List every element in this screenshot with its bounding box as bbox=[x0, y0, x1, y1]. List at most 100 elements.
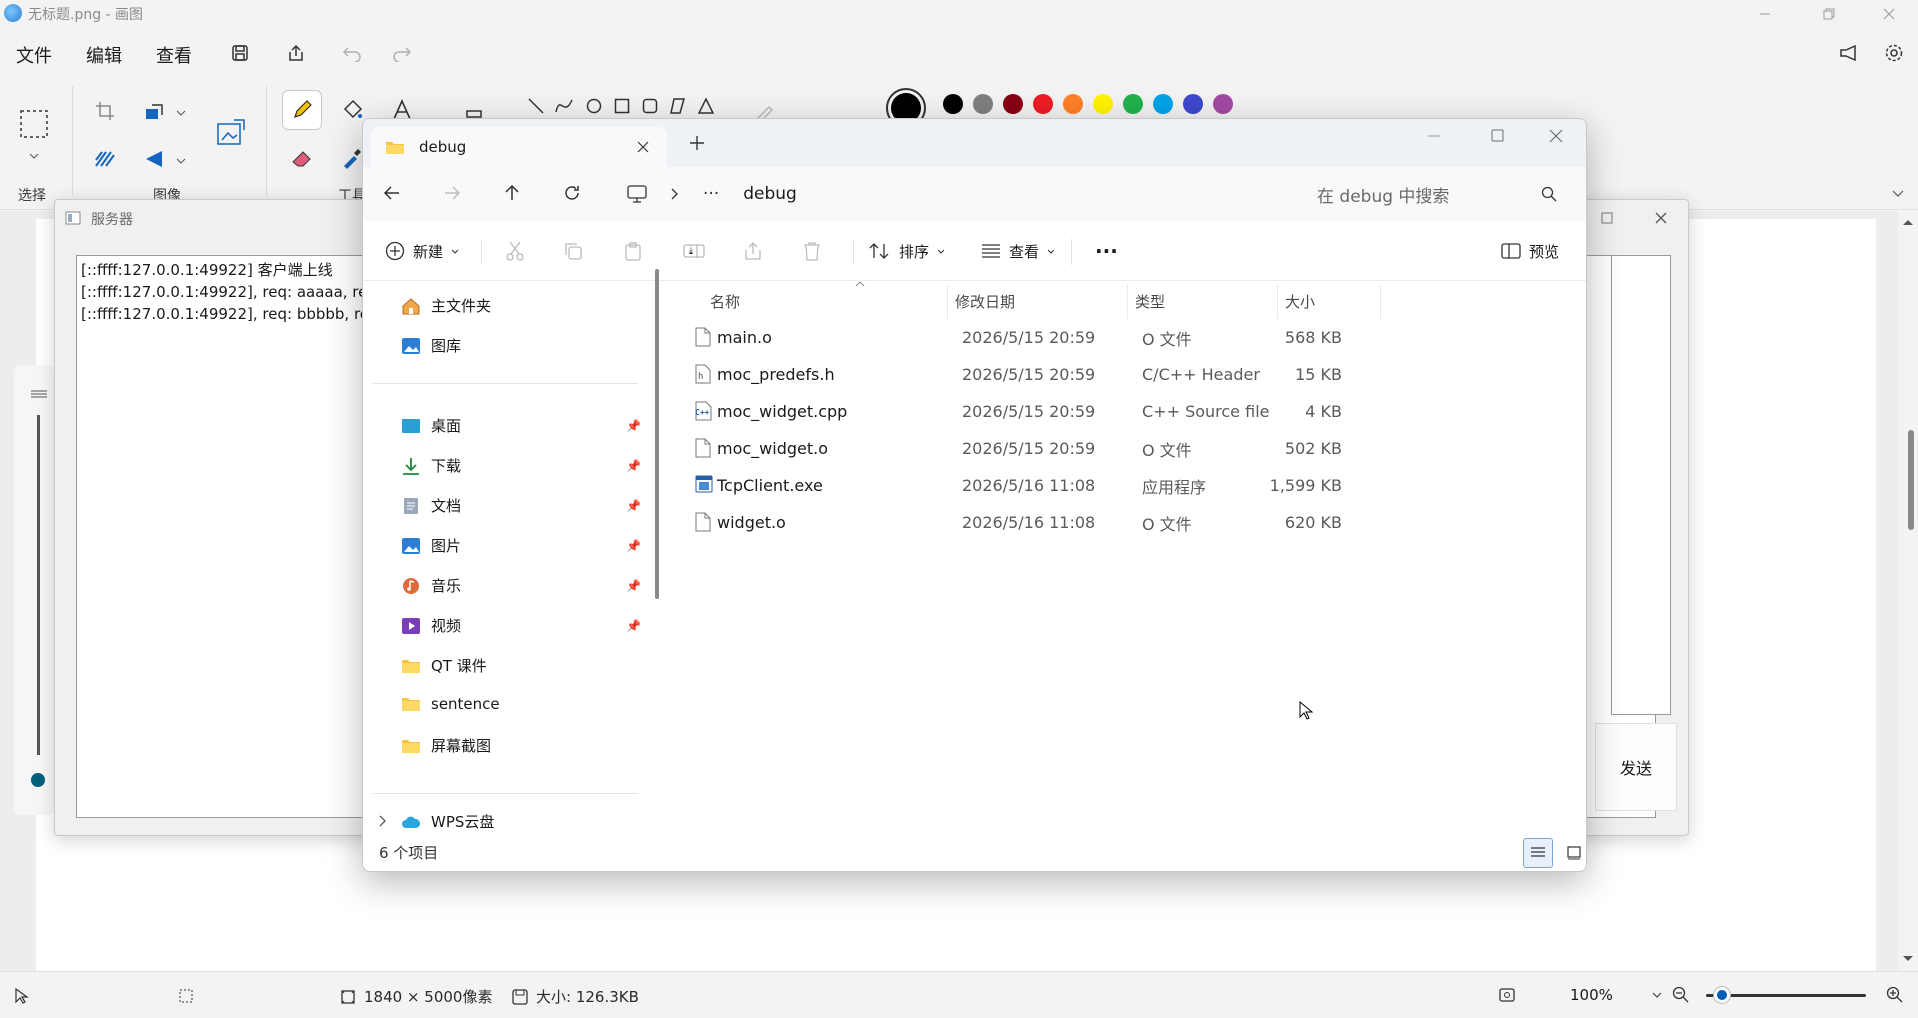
file-row[interactable]: main.o 2026/5/15 20:59 O 文件 568 KB bbox=[689, 319, 1449, 356]
file-row[interactable]: h moc_predefs.h 2026/5/15 20:59 C/C++ He… bbox=[689, 356, 1449, 393]
copy-button[interactable] bbox=[563, 221, 583, 281]
close-button[interactable] bbox=[1649, 206, 1673, 230]
chevron-right-icon[interactable] bbox=[379, 815, 389, 827]
selection-icon[interactable] bbox=[16, 106, 52, 142]
undo-icon[interactable] bbox=[340, 41, 364, 65]
column-divider[interactable] bbox=[947, 285, 948, 319]
column-header-name[interactable]: 名称 bbox=[710, 291, 740, 312]
color-swatch[interactable] bbox=[973, 94, 993, 114]
column-divider[interactable] bbox=[1277, 285, 1278, 319]
nav-item-sentence-folder[interactable]: sentence bbox=[401, 695, 641, 713]
nav-item-desktop[interactable]: 桌面 📌 bbox=[401, 415, 641, 436]
paste-button[interactable] bbox=[623, 221, 643, 281]
file-row[interactable]: TcpClient.exe 2026/5/16 11:08 应用程序 1,599… bbox=[689, 467, 1449, 504]
column-divider[interactable] bbox=[1380, 285, 1381, 319]
send-button[interactable]: 发送 bbox=[1595, 723, 1677, 811]
file-row[interactable]: moc_widget.o 2026/5/15 20:59 O 文件 502 KB bbox=[689, 430, 1449, 467]
scroll-down-arrow-icon[interactable] bbox=[1902, 955, 1914, 965]
close-icon[interactable] bbox=[637, 141, 649, 153]
address-bar[interactable]: ··· debug bbox=[615, 174, 1293, 214]
minimize-button[interactable] bbox=[1742, 0, 1788, 28]
resize-icon[interactable] bbox=[142, 98, 168, 124]
flip-icon[interactable] bbox=[142, 146, 168, 172]
menu-file[interactable]: 文件 bbox=[16, 42, 52, 68]
pin-icon[interactable]: 📌 bbox=[626, 619, 641, 633]
curve-shape-icon[interactable] bbox=[554, 96, 574, 116]
server-input-textarea[interactable] bbox=[1611, 255, 1671, 715]
share-button[interactable] bbox=[743, 221, 763, 281]
chevron-down-icon[interactable] bbox=[174, 154, 188, 168]
color-swatch[interactable] bbox=[1183, 94, 1203, 114]
feedback-icon[interactable] bbox=[1836, 41, 1864, 65]
sort-button[interactable]: 排序 bbox=[869, 221, 945, 281]
minimize-button[interactable] bbox=[1427, 129, 1449, 151]
tab-debug[interactable]: debug bbox=[371, 127, 667, 167]
pencil-tool-icon[interactable] bbox=[282, 90, 322, 130]
rounded-rect-shape-icon[interactable] bbox=[640, 96, 660, 116]
pin-icon[interactable]: 📌 bbox=[626, 499, 641, 513]
back-arrow-icon[interactable] bbox=[383, 184, 405, 206]
color-swatch[interactable] bbox=[1033, 94, 1053, 114]
zoom-slider-track[interactable] bbox=[1706, 994, 1866, 997]
view-button[interactable]: 查看 bbox=[981, 221, 1055, 281]
search-box[interactable]: 在 debug 中搜索 bbox=[1305, 174, 1575, 214]
pin-icon[interactable]: 📌 bbox=[626, 579, 641, 593]
nav-item-qt-folder[interactable]: QT 课件 bbox=[401, 655, 641, 676]
fill-bucket-icon[interactable] bbox=[338, 96, 366, 124]
pin-icon[interactable]: 📌 bbox=[626, 459, 641, 473]
zoom-slider-thumb[interactable] bbox=[1714, 987, 1730, 1003]
scrollbar-thumb[interactable] bbox=[1908, 430, 1914, 530]
nav-item-documents[interactable]: 文档 📌 bbox=[401, 495, 641, 516]
close-button[interactable] bbox=[1549, 129, 1571, 151]
nav-item-videos[interactable]: 视频 📌 bbox=[401, 615, 641, 636]
column-header-size[interactable]: 大小 bbox=[1285, 291, 1315, 312]
crop-icon[interactable] bbox=[92, 98, 118, 124]
file-row[interactable]: widget.o 2026/5/16 11:08 O 文件 620 KB bbox=[689, 504, 1449, 541]
vertical-slider-thumb[interactable] bbox=[31, 773, 45, 787]
share-icon[interactable] bbox=[284, 41, 308, 65]
color-swatch[interactable] bbox=[1213, 94, 1233, 114]
color-swatch[interactable] bbox=[1123, 94, 1143, 114]
color-swatch[interactable] bbox=[1063, 94, 1083, 114]
polygon-shape-icon[interactable] bbox=[668, 96, 688, 116]
vertical-scrollbar[interactable] bbox=[1898, 211, 1918, 971]
breadcrumb-overflow[interactable]: ··· bbox=[703, 184, 719, 204]
pin-icon[interactable]: 📌 bbox=[626, 419, 641, 433]
forward-arrow-icon[interactable] bbox=[443, 184, 465, 206]
large-icons-view-button[interactable] bbox=[1561, 840, 1586, 866]
details-view-button[interactable] bbox=[1523, 838, 1553, 868]
color-swatch[interactable] bbox=[1153, 94, 1173, 114]
zoom-dropdown[interactable]: 100% bbox=[1560, 980, 1672, 1010]
nav-item-pictures[interactable]: 图片 📌 bbox=[401, 535, 641, 556]
save-icon[interactable] bbox=[228, 41, 252, 65]
refresh-icon[interactable] bbox=[563, 184, 585, 206]
close-button[interactable] bbox=[1866, 0, 1912, 28]
zoom-out-icon[interactable] bbox=[1670, 984, 1692, 1006]
nav-item-screenshots-folder[interactable]: 屏幕截图 bbox=[401, 735, 641, 756]
cut-button[interactable] bbox=[505, 221, 525, 281]
nav-item-wps-cloud[interactable]: WPS云盘 bbox=[401, 811, 641, 832]
redo-icon[interactable] bbox=[390, 41, 414, 65]
preview-pane-button[interactable]: 预览 bbox=[1501, 221, 1559, 281]
menu-view[interactable]: 查看 bbox=[156, 42, 192, 68]
rectangle-shape-icon[interactable] bbox=[612, 96, 632, 116]
fit-to-window-icon[interactable] bbox=[1496, 984, 1518, 1006]
image-select-icon[interactable] bbox=[214, 116, 248, 150]
new-tab-plus-icon[interactable] bbox=[689, 135, 709, 155]
nav-item-gallery[interactable]: 图库 bbox=[401, 335, 641, 356]
zoom-in-icon[interactable] bbox=[1884, 984, 1906, 1006]
chevron-down-icon[interactable] bbox=[174, 106, 188, 120]
column-divider[interactable] bbox=[1127, 285, 1128, 319]
breadcrumb-debug[interactable]: debug bbox=[743, 184, 797, 204]
settings-gear-icon[interactable] bbox=[1882, 41, 1906, 65]
chevron-down-icon[interactable] bbox=[26, 148, 42, 164]
ribbon-collapse-chevron-icon[interactable] bbox=[1888, 184, 1908, 204]
color-swatch[interactable] bbox=[943, 94, 963, 114]
more-options-button[interactable]: ··· bbox=[1095, 221, 1118, 281]
nav-item-music[interactable]: 音乐 📌 bbox=[401, 575, 641, 596]
line-shape-icon[interactable] bbox=[526, 96, 546, 116]
stripes-icon[interactable] bbox=[92, 146, 118, 172]
eraser-icon[interactable] bbox=[288, 144, 316, 172]
oval-shape-icon[interactable] bbox=[584, 96, 604, 116]
color-swatch[interactable] bbox=[1003, 94, 1023, 114]
